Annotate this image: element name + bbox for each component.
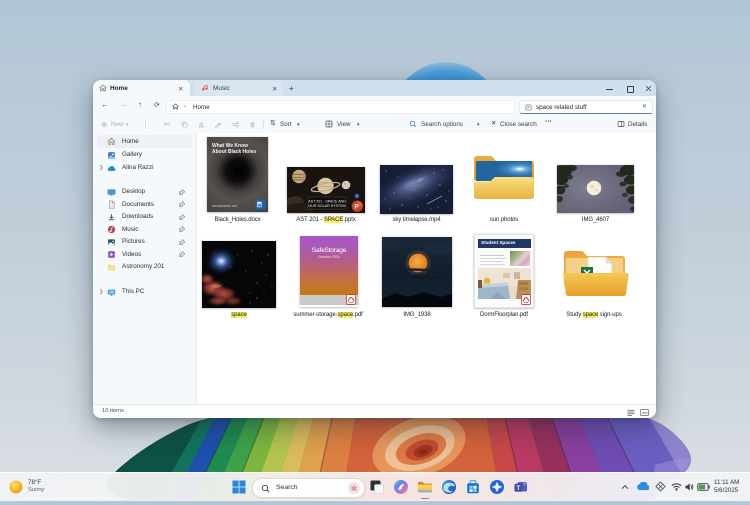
svg-text:OUR SOLAR SYSTEM: OUR SOLAR SYSTEM xyxy=(309,204,346,208)
svg-text:P: P xyxy=(355,203,359,210)
svg-text:AST 201 - SPACE AND: AST 201 - SPACE AND xyxy=(308,199,346,203)
svg-text:T: T xyxy=(516,485,520,492)
